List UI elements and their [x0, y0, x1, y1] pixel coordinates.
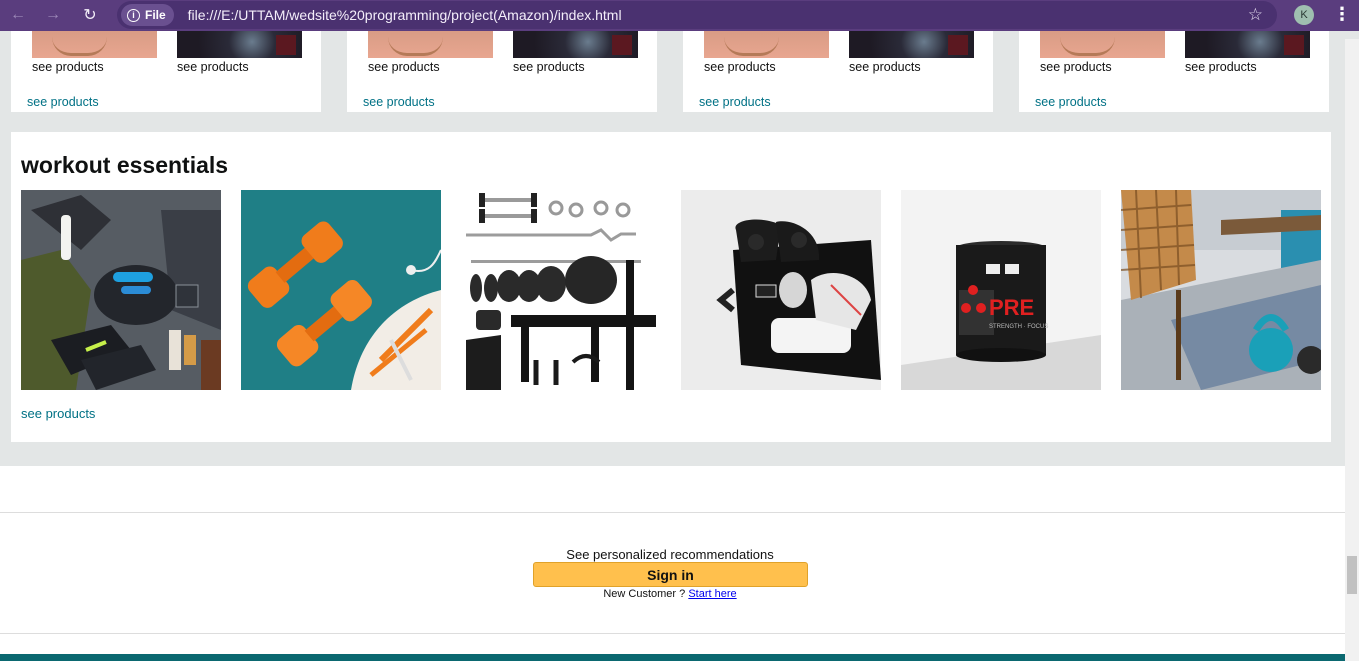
jewelry-box-thumbnail-image[interactable] — [177, 31, 302, 58]
product-card: see products see products see products — [683, 31, 993, 112]
tile-label[interactable]: see products — [513, 60, 585, 74]
tile-label[interactable]: see products — [368, 60, 440, 74]
tile-label[interactable]: see products — [177, 60, 249, 74]
bracelet-thumbnail-image[interactable] — [1040, 31, 1165, 58]
forward-arrow-icon[interactable]: → — [39, 1, 67, 29]
browser-toolbar: ← → ↻ i File file:///E:/UTTAM/wedsite%20… — [0, 0, 1359, 31]
bracelet-thumbnail-image[interactable] — [368, 31, 493, 58]
see-products-link[interactable]: see products — [21, 406, 95, 421]
tile-label[interactable]: see products — [704, 60, 776, 74]
star-icon[interactable]: ☆ — [1248, 5, 1263, 25]
signin-section: See personalized recommendations Sign in… — [0, 466, 1345, 661]
new-customer-line: New Customer ? Start here — [0, 588, 1340, 600]
preworkout-tub-image[interactable]: PRE STRENGTH · FOCUS — [901, 190, 1101, 390]
start-here-link[interactable]: Start here — [688, 588, 736, 600]
reload-icon[interactable]: ↻ — [76, 1, 104, 29]
profile-avatar[interactable]: K — [1294, 5, 1314, 25]
footer-bar — [0, 654, 1345, 661]
see-products-link[interactable]: see products — [1035, 95, 1107, 109]
tile-label[interactable]: see products — [1185, 60, 1257, 74]
section-title: workout essentials — [21, 152, 229, 178]
see-products-link[interactable]: see products — [27, 95, 99, 109]
kettlebell-room-image[interactable] — [1121, 190, 1321, 390]
vertical-scrollbar[interactable] — [1345, 39, 1359, 661]
divider — [0, 512, 1345, 513]
info-icon: i — [127, 8, 140, 22]
tile-label[interactable]: see products — [849, 60, 921, 74]
jewelry-box-thumbnail-image[interactable] — [849, 31, 974, 58]
bracelet-thumbnail-image[interactable] — [32, 31, 157, 58]
address-bar[interactable]: i File file:///E:/UTTAM/wedsite%20progra… — [117, 1, 1277, 29]
jewelry-box-thumbnail-image[interactable] — [1185, 31, 1310, 58]
site-info-chip[interactable]: i File — [121, 4, 174, 26]
divider — [0, 633, 1345, 634]
product-card: see products see products see products — [1019, 31, 1329, 112]
svg-text:STRENGTH · FOCUS: STRENGTH · FOCUS — [989, 324, 1048, 330]
svg-text:PRE: PRE — [989, 295, 1034, 320]
kebab-menu-icon[interactable]: ⋮ — [1333, 4, 1351, 24]
file-chip-label: File — [145, 8, 166, 22]
recommendations-text: See personalized recommendations — [566, 547, 774, 562]
product-card: see products see products see products — [11, 31, 321, 112]
url-text[interactable]: file:///E:/UTTAM/wedsite%20programming/p… — [188, 7, 622, 23]
page-content: see products see products see products s… — [0, 31, 1345, 661]
scrollbar-thumb[interactable] — [1347, 556, 1357, 594]
workout-essentials-card: workout essentials PRE STRENGTH · FOCUS … — [11, 132, 1331, 442]
orange-dumbbells-image[interactable] — [241, 190, 441, 390]
new-customer-text: New Customer ? — [603, 588, 689, 600]
gym-bag-flatlay-image[interactable] — [21, 190, 221, 390]
sign-in-button[interactable]: Sign in — [533, 562, 808, 587]
tile-label[interactable]: see products — [32, 60, 104, 74]
jewelry-box-thumbnail-image[interactable] — [513, 31, 638, 58]
tile-label[interactable]: see products — [1040, 60, 1112, 74]
product-card: see products see products see products — [347, 31, 657, 112]
home-gym-set-image[interactable] — [461, 190, 661, 390]
back-arrow-icon[interactable]: ← — [4, 1, 32, 29]
bracelet-thumbnail-image[interactable] — [704, 31, 829, 58]
see-products-link[interactable]: see products — [699, 95, 771, 109]
see-products-link[interactable]: see products — [363, 95, 435, 109]
black-duffel-bag-image[interactable] — [681, 190, 881, 390]
